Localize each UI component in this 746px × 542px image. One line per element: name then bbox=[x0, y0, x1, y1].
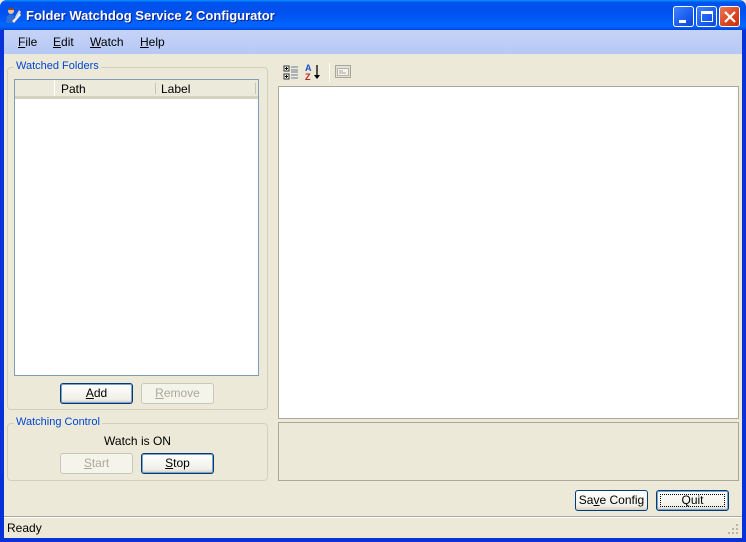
stop-label: top bbox=[173, 456, 190, 470]
app-window: Folder Watchdog Service 2 Configurator F… bbox=[0, 0, 746, 542]
title-bar[interactable]: Folder Watchdog Service 2 Configurator bbox=[0, 0, 746, 30]
resize-grip-icon[interactable] bbox=[728, 524, 740, 536]
status-text: Ready bbox=[7, 521, 42, 535]
minimize-icon bbox=[679, 20, 686, 23]
add-button[interactable]: Add bbox=[60, 383, 133, 404]
menu-help[interactable]: Help bbox=[140, 35, 165, 49]
add-mnemonic: A bbox=[85, 386, 94, 400]
property-description-pane bbox=[278, 422, 739, 481]
menu-bar: File Edit Watch Help bbox=[4, 30, 742, 54]
maximize-icon bbox=[701, 11, 713, 22]
watching-control-label: Watching Control bbox=[14, 416, 102, 428]
list-header: Path Label bbox=[15, 80, 258, 99]
svg-text:Z: Z bbox=[305, 72, 311, 81]
categorized-icon[interactable] bbox=[283, 64, 300, 81]
toolbar-separator bbox=[329, 63, 330, 82]
client-area: File Edit Watch Help Watched Folders Pat… bbox=[4, 30, 742, 538]
start-mnemonic: S bbox=[83, 456, 92, 470]
close-button[interactable] bbox=[719, 6, 740, 27]
start-button[interactable]: Start bbox=[60, 453, 133, 474]
quit-button[interactable]: Quit bbox=[656, 490, 729, 511]
watched-folders-list[interactable]: Path Label bbox=[14, 79, 259, 376]
add-label: dd bbox=[93, 386, 108, 400]
watched-folders-group: Watched Folders Path Label Add Remove bbox=[7, 60, 268, 410]
status-bar-separator bbox=[4, 516, 742, 518]
minimize-button[interactable] bbox=[673, 6, 694, 27]
property-grid[interactable] bbox=[278, 86, 739, 419]
menu-file[interactable]: File bbox=[18, 35, 37, 49]
close-icon bbox=[724, 11, 736, 23]
menu-watch-mnemonic: W bbox=[90, 35, 101, 49]
stop-button[interactable]: Stop bbox=[141, 453, 214, 474]
watching-control-group: Watching Control Watch is ON Start Stop bbox=[7, 416, 268, 481]
watch-status: Watch is ON bbox=[104, 434, 171, 448]
save-config-label-pre: Sa bbox=[578, 493, 594, 507]
alphabetical-sort-icon[interactable]: A Z bbox=[304, 63, 322, 81]
remove-button[interactable]: Remove bbox=[141, 383, 214, 404]
watched-folders-label: Watched Folders bbox=[14, 60, 101, 72]
menu-edit-label: dit bbox=[61, 35, 74, 49]
menu-help-label: elp bbox=[148, 35, 165, 49]
column-header-path[interactable]: Path bbox=[61, 82, 86, 96]
remove-label: emove bbox=[163, 386, 200, 400]
menu-watch-label: atch bbox=[100, 35, 124, 49]
property-pages-icon[interactable] bbox=[335, 64, 352, 80]
save-config-label-rest: e Config bbox=[599, 493, 645, 507]
column-separator[interactable] bbox=[155, 83, 156, 94]
maximize-button[interactable] bbox=[696, 6, 717, 27]
quit-label: Quit bbox=[681, 493, 704, 507]
menu-edit[interactable]: Edit bbox=[53, 35, 74, 49]
start-label: tart bbox=[91, 456, 110, 470]
save-config-button[interactable]: Save Config bbox=[575, 490, 648, 511]
column-header-blank[interactable] bbox=[15, 80, 55, 96]
menu-edit-mnemonic: E bbox=[53, 35, 62, 49]
column-separator[interactable] bbox=[255, 83, 256, 94]
remove-mnemonic: R bbox=[155, 386, 164, 400]
menu-help-mnemonic: H bbox=[140, 35, 149, 49]
menu-watch[interactable]: Watch bbox=[90, 35, 124, 49]
app-icon bbox=[6, 7, 22, 24]
column-header-label[interactable]: Label bbox=[161, 82, 190, 96]
menu-file-label: ile bbox=[25, 35, 38, 49]
stop-mnemonic: S bbox=[165, 456, 174, 470]
window-title: Folder Watchdog Service 2 Configurator bbox=[26, 8, 275, 23]
